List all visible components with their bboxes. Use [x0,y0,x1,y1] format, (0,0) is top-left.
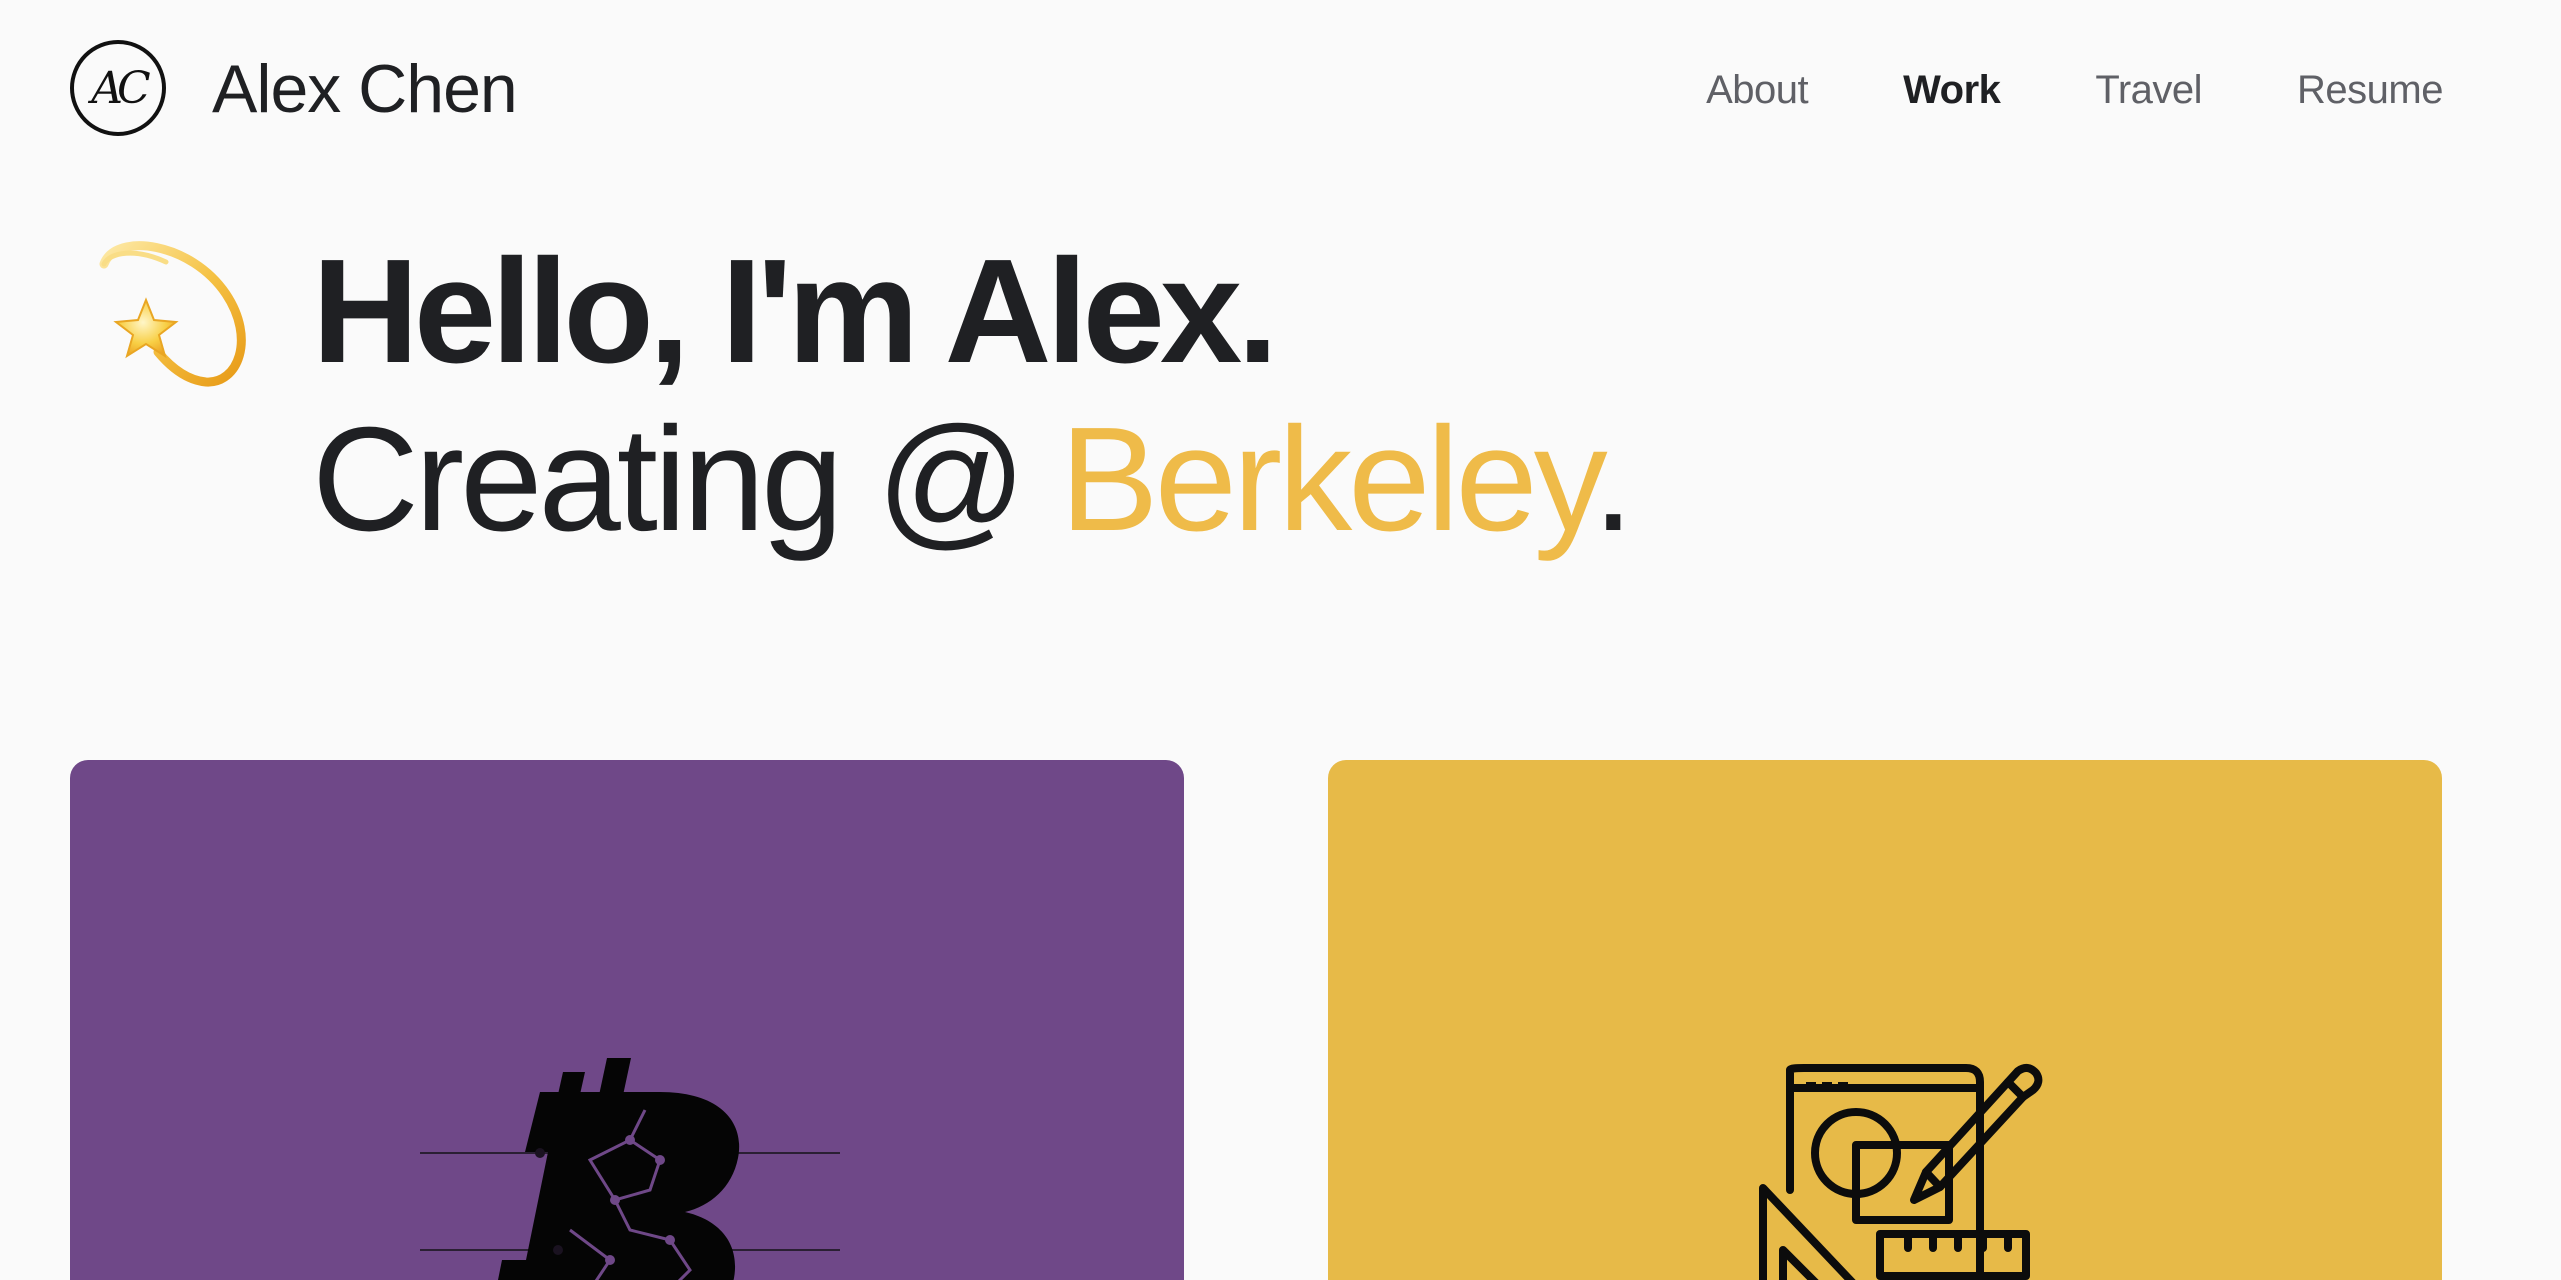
design-tools-icon [1759,1064,2043,1280]
portfolio-page: AC Alex Chen About Work Travel Resume He… [0,0,2561,1280]
hero-tagline: Creating @ Berkeley. [312,397,1634,562]
nav-about[interactable]: About [1706,60,1809,120]
brand-name[interactable]: Alex Chen [212,44,518,134]
hero-greeting: Hello, I'm Alex. [312,229,1278,394]
main-nav: About Work Travel Resume [1611,60,2443,120]
bitcoin-circuit-icon [420,1058,840,1280]
nav-work[interactable]: Work [1903,60,2001,120]
tagline-accent: Berkeley [1059,397,1597,562]
project-card-design[interactable] [1328,760,2442,1280]
nav-resume[interactable]: Resume [2297,60,2443,120]
logo-badge[interactable]: AC [70,40,166,136]
site-header: AC Alex Chen About Work Travel Resume [0,0,2561,180]
nav-travel[interactable]: Travel [2095,60,2202,120]
project-card-bitcoin[interactable] [70,760,1184,1280]
dizzy-star-icon [99,241,246,387]
tagline-prefix: Creating @ [312,397,1060,562]
tagline-suffix: . [1592,397,1634,562]
logo-text: AC [91,62,151,114]
